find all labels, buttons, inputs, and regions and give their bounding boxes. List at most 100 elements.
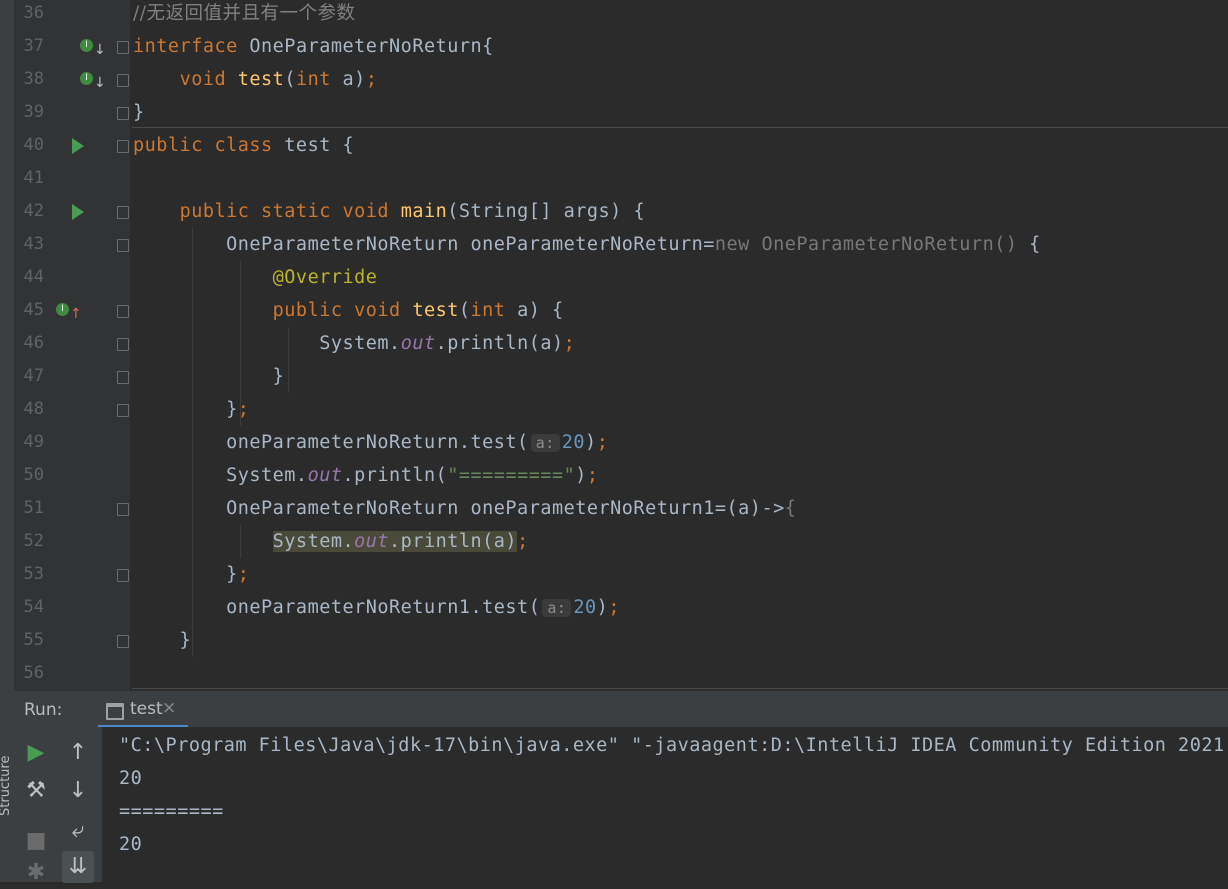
line-number: 41 [23, 168, 44, 188]
code-line[interactable]: 52 System.out.println(a); [14, 525, 1228, 558]
fold-marker-icon[interactable] [117, 41, 129, 54]
code-line[interactable]: 50 System.out.println("========="); [14, 459, 1228, 492]
code-text: @Override [133, 261, 377, 294]
code-token: } [133, 366, 285, 387]
code-token: int [295, 69, 343, 90]
line-number: 44 [23, 267, 44, 287]
line-number: 55 [23, 630, 44, 650]
code-text: oneParameterNoReturn.test(a: 20); [133, 426, 608, 460]
code-line[interactable]: 49 oneParameterNoReturn.test(a: 20); [14, 426, 1228, 459]
code-line[interactable]: 45 I ↑ public void test(int a) { [14, 294, 1228, 327]
parameter-hint: a: [530, 434, 560, 452]
fold-marker-icon[interactable] [117, 140, 129, 153]
rerun-icon[interactable]: ▶ [20, 737, 52, 769]
soft-wrap-icon[interactable]: ⤶ [62, 815, 94, 847]
indent-guide [240, 261, 241, 426]
code-token: } [133, 102, 145, 123]
fold-marker-icon[interactable] [117, 338, 129, 351]
code-token: out [354, 531, 390, 552]
stop-icon[interactable]: ■ [20, 825, 52, 857]
run-gutter-icon[interactable] [72, 204, 84, 220]
code-line[interactable]: 51 OneParameterNoReturn oneParameterNoRe… [14, 492, 1228, 525]
close-icon[interactable]: × [162, 698, 176, 718]
code-line[interactable]: 36 //无返回值并且有一个参数 [14, 0, 1228, 30]
code-line[interactable]: 56 [14, 657, 1228, 690]
wrench-icon[interactable]: ⚒ [20, 775, 52, 807]
code-text: } [133, 96, 145, 129]
implemented-marker-icon[interactable]: I [80, 39, 93, 52]
code-text: } [133, 360, 284, 393]
run-console-output[interactable]: "C:\Program Files\Java\jdk-17\bin\java.e… [102, 727, 1228, 882]
line-number: 38 [23, 69, 44, 89]
fold-marker-icon[interactable] [117, 74, 129, 87]
code-line[interactable]: 37 I ↓ interface OneParameterNoReturn{ [14, 30, 1228, 63]
code-token: test [237, 69, 285, 90]
fold-marker-icon[interactable] [117, 107, 129, 120]
code-token: .println(a) [435, 333, 564, 354]
code-token: ( [284, 69, 296, 90]
fold-marker-icon[interactable] [117, 404, 129, 417]
fold-marker-icon[interactable] [117, 239, 129, 252]
code-token: a) { [517, 300, 564, 321]
fold-marker-icon[interactable] [117, 206, 129, 219]
code-text: System.out.println("========="); [133, 459, 599, 492]
code-line[interactable]: 55 } [14, 624, 1228, 657]
code-line[interactable]: 41 [14, 162, 1228, 195]
line-number: 48 [23, 399, 44, 419]
code-token: out [307, 465, 343, 486]
code-token: { [784, 498, 797, 519]
code-token: ) [585, 432, 597, 453]
implemented-marker-icon[interactable]: I [80, 72, 93, 85]
fold-marker-icon[interactable] [117, 569, 129, 582]
arrow-down-icon[interactable]: ↓ [62, 775, 94, 807]
code-token: public class [133, 135, 285, 156]
code-line[interactable]: 44 @Override [14, 261, 1228, 294]
code-line[interactable]: 53 }; [14, 558, 1228, 591]
arrow-up-icon[interactable]: ↑ [62, 737, 94, 769]
code-text: System.out.println(a); [133, 327, 575, 360]
code-line[interactable]: 42 public static void main(String[] args… [14, 195, 1228, 228]
fold-marker-icon[interactable] [117, 503, 129, 516]
line-number: 50 [23, 465, 44, 485]
method-separator [132, 127, 1228, 128]
code-token: .println( [342, 465, 448, 486]
code-token: ; [596, 432, 609, 453]
code-token: ) [596, 597, 609, 618]
code-token: { [1029, 234, 1041, 255]
code-line[interactable]: 46 System.out.println(a); [14, 327, 1228, 360]
code-line[interactable]: 40 public class test { [14, 129, 1228, 162]
line-number: 49 [23, 432, 44, 452]
code-editor[interactable]: 36//无返回值并且有一个参数 37 I ↓ interface OneParamete… [14, 0, 1228, 690]
fold-marker-icon[interactable] [117, 305, 129, 318]
code-line[interactable]: 47 } [14, 360, 1228, 393]
code-line[interactable]: 43 OneParameterNoReturn oneParameterNoRe… [14, 228, 1228, 261]
code-text: public void test(int a) { [133, 294, 564, 327]
code-token: test { [284, 135, 355, 156]
indent-guide [192, 228, 193, 657]
fold-marker-icon[interactable] [117, 635, 129, 648]
fold-marker-icon[interactable] [117, 371, 129, 384]
scroll-to-end-icon[interactable]: ⇊ [62, 851, 94, 883]
debug-icon[interactable]: ✱ [20, 857, 52, 889]
run-tab-test[interactable]: test × [98, 691, 188, 728]
run-gutter-icon[interactable] [72, 138, 84, 154]
code-token: OneParameterNoReturn oneParameterNoRetur… [133, 498, 785, 519]
code-token: @Override [272, 267, 378, 288]
code-line[interactable]: 39} [14, 96, 1228, 129]
structure-tool-tab[interactable]: Structure [0, 736, 13, 816]
code-token: new OneParameterNoReturn() [714, 234, 1030, 255]
line-number: 51 [23, 498, 44, 518]
code-token: } [133, 630, 192, 651]
line-number: 40 [23, 135, 44, 155]
line-number: 37 [23, 36, 44, 56]
run-tab-label: test [130, 699, 163, 719]
console-line: ========= [119, 801, 224, 822]
implemented-marker-icon[interactable]: I [56, 303, 69, 316]
code-line[interactable]: 54 oneParameterNoReturn1.test(a: 20); [14, 591, 1228, 624]
code-line[interactable]: 38 I ↓ void test(int a); [14, 63, 1228, 96]
code-line[interactable]: 48 }; [14, 393, 1228, 426]
code-token: OneParameterNoReturn oneParameterNoRetur… [133, 234, 715, 255]
code-token: System. [133, 465, 308, 486]
code-token: ) [575, 465, 587, 486]
